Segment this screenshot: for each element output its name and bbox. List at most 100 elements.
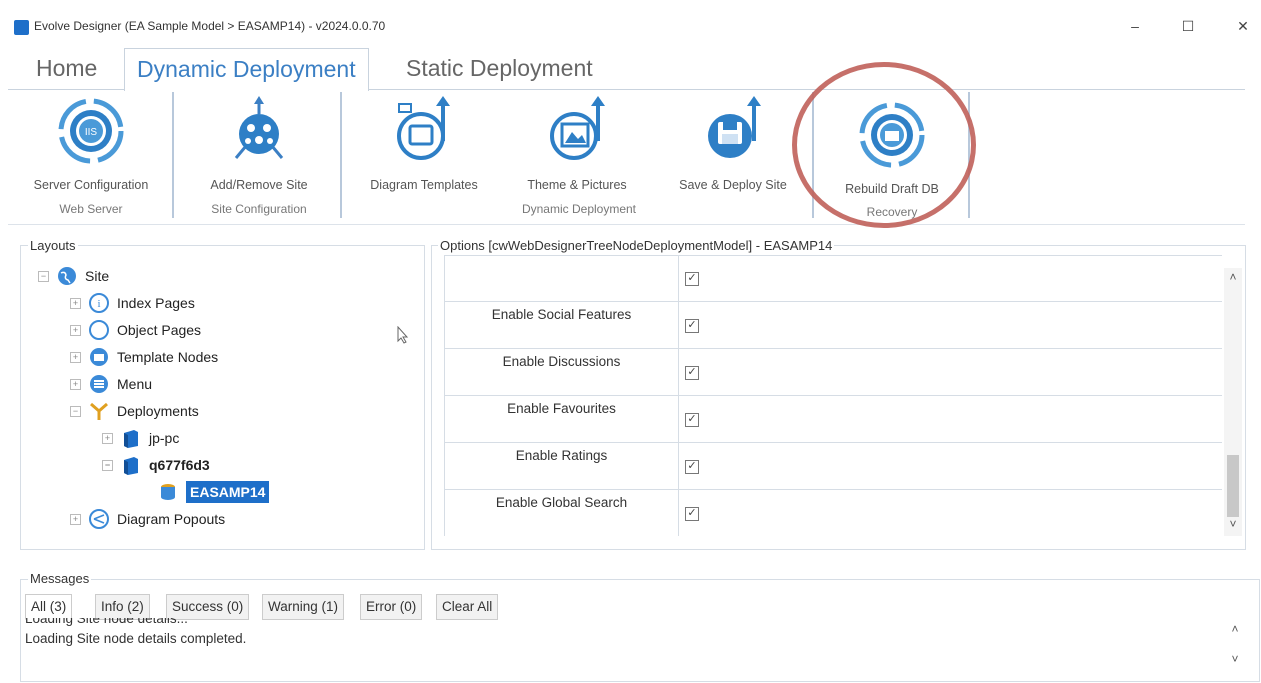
tab-dynamic-deployment[interactable]: Dynamic Deployment [124, 48, 369, 91]
scrollbar-thumb[interactable] [1227, 455, 1239, 517]
picture-icon [542, 96, 612, 166]
scroll-up-button[interactable]: ˄ [1226, 622, 1244, 636]
iis-icon: IIS [56, 96, 126, 166]
option-name: Enable Ratings [445, 443, 679, 489]
highlight-circle [792, 62, 976, 228]
minimize-button[interactable]: – [1120, 14, 1150, 38]
options-grid: ✓ Enable Social Features ✓ Enable Discus… [444, 255, 1222, 536]
ribbon-separator [172, 92, 174, 218]
tree-expander[interactable]: + [102, 432, 113, 444]
mouse-cursor-icon [397, 325, 409, 349]
tree-node-easamp14[interactable]: EASAMP14 [156, 481, 418, 503]
theme-pictures-label: Theme & Pictures [527, 178, 627, 192]
network-icon [224, 96, 294, 166]
group-label-dynamic-deployment: Dynamic Deployment [521, 202, 637, 216]
tree-label: Diagram Popouts [117, 511, 226, 527]
tree-node-deployments[interactable]: − Deployments [70, 400, 418, 422]
window-title: Evolve Designer (EA Sample Model > EASAM… [34, 19, 386, 33]
server-configuration-button[interactable]: IIS Server Configuration [20, 96, 162, 196]
messages-scrollbar[interactable]: ˄ ˅ [1226, 622, 1244, 678]
group-label-site-configuration: Site Configuration [211, 202, 307, 216]
tree-label: Menu [117, 376, 153, 392]
tree-expander[interactable]: + [70, 513, 81, 525]
tree-label-selected: EASAMP14 [186, 481, 270, 503]
add-remove-site-button[interactable]: Add/Remove Site [186, 96, 332, 196]
tree-expander[interactable]: − [102, 459, 113, 471]
server-configuration-label: Server Configuration [33, 178, 149, 192]
tree-label: jp-pc [149, 430, 180, 446]
option-row-enable-social-features: Enable Social Features ✓ [445, 302, 1222, 349]
tab-static-deployment[interactable]: Static Deployment [394, 48, 605, 88]
tree-node-diagram-popouts[interactable]: + Diagram Popouts [70, 508, 418, 530]
tree-expander[interactable]: + [70, 297, 81, 309]
option-row-enable-ratings: Enable Ratings ✓ [445, 443, 1222, 490]
tree-expander[interactable]: − [38, 270, 49, 282]
app-icon [14, 20, 29, 35]
server-icon [119, 427, 143, 449]
option-checkbox[interactable]: ✓ [685, 366, 699, 380]
message-line: Loading Site node details... [25, 618, 188, 626]
save-deploy-icon [698, 96, 768, 166]
tree-expander[interactable]: + [70, 378, 81, 390]
tree-expander[interactable]: − [70, 405, 81, 417]
diagram-templates-label: Diagram Templates [370, 178, 478, 192]
object-icon [87, 319, 111, 341]
layouts-legend: Layouts [28, 238, 78, 253]
globe-icon [55, 265, 79, 287]
tree-expander[interactable]: + [70, 351, 81, 363]
tree-node-object-pages[interactable]: + Object Pages [70, 319, 418, 341]
option-row-enable-discussions: Enable Discussions ✓ [445, 349, 1222, 396]
save-deploy-site-button[interactable]: Save & Deploy Site [664, 96, 802, 196]
tree-node-jp-pc[interactable]: + jp-pc [102, 427, 418, 449]
message-line: Loading Site node details completed. [25, 631, 247, 646]
server-icon [119, 454, 143, 476]
deployments-icon [87, 400, 111, 422]
tree-node-index-pages[interactable]: + i Index Pages [70, 292, 418, 314]
scroll-up-button[interactable]: ˄ [1226, 270, 1240, 286]
svg-text:i: i [97, 298, 100, 310]
option-row-enable-favourites: Enable Favourites ✓ [445, 396, 1222, 443]
tree-node-template-nodes[interactable]: + Template Nodes [70, 346, 418, 368]
option-checkbox[interactable]: ✓ [685, 460, 699, 474]
messages-tab-info[interactable]: Info (2) [95, 594, 150, 620]
option-checkbox[interactable]: ✓ [685, 319, 699, 333]
tree-expander[interactable]: + [70, 324, 81, 336]
scroll-down-button[interactable]: ˅ [1226, 652, 1244, 666]
ribbon-separator [340, 92, 342, 218]
popout-icon [87, 508, 111, 530]
save-deploy-site-label: Save & Deploy Site [679, 178, 787, 192]
option-name: Enable Social Features [445, 302, 679, 348]
maximize-button[interactable]: ☐ [1173, 14, 1203, 38]
option-row: ✓ [445, 256, 1222, 302]
option-row-enable-global-search: Enable Global Search ✓ [445, 490, 1222, 536]
messages-tab-all[interactable]: All (3) [25, 594, 73, 620]
tree-label: Site [85, 268, 110, 284]
tree-node-menu[interactable]: + Menu [70, 373, 418, 395]
group-label-web-server: Web Server [59, 202, 123, 216]
messages-legend: Messages [28, 571, 92, 586]
tree-node-q677f6d3[interactable]: − q677f6d3 [102, 454, 418, 476]
messages-tab-warning[interactable]: Warning (1) [262, 594, 345, 620]
tree-label: q677f6d3 [149, 457, 210, 473]
tree-node-site[interactable]: − Site [38, 265, 418, 287]
clear-all-button[interactable]: Clear All [436, 594, 499, 620]
option-name: Enable Favourites [445, 396, 679, 442]
add-remove-site-label: Add/Remove Site [210, 178, 308, 192]
options-legend: Options [cwWebDesignerTreeNodeDeployment… [438, 238, 835, 253]
option-checkbox[interactable]: ✓ [685, 507, 699, 521]
messages-log: Loading Site node details... Loading Sit… [25, 618, 1225, 678]
scroll-down-button[interactable]: ˅ [1226, 517, 1240, 533]
close-button[interactable]: ✕ [1228, 14, 1258, 38]
diagram-templates-button[interactable]: Diagram Templates [355, 96, 493, 196]
option-name: Enable Discussions [445, 349, 679, 395]
messages-tab-error[interactable]: Error (0) [360, 594, 423, 620]
info-icon: i [87, 292, 111, 314]
diagram-templates-icon [389, 96, 459, 166]
option-checkbox[interactable]: ✓ [685, 413, 699, 427]
menu-icon [87, 373, 111, 395]
theme-pictures-button[interactable]: Theme & Pictures [508, 96, 646, 196]
option-checkbox[interactable]: ✓ [685, 272, 699, 286]
tree-label: Index Pages [117, 295, 195, 311]
tab-home[interactable]: Home [24, 48, 109, 88]
messages-tab-success[interactable]: Success (0) [166, 594, 250, 620]
